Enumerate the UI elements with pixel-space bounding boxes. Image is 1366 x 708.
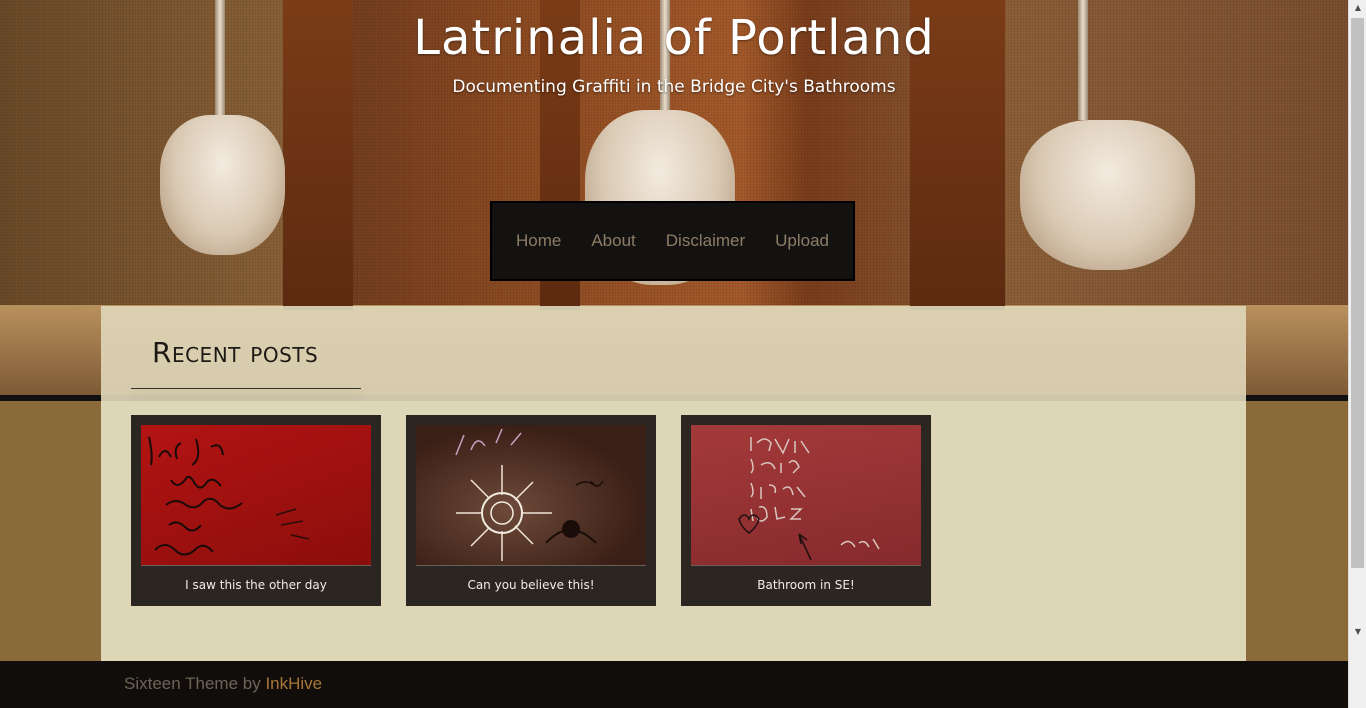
graffiti-image [148,436,310,556]
scrollbar-thumb[interactable] [1351,18,1364,568]
scroll-up-arrow-icon[interactable]: ▲ [1349,0,1366,16]
graffiti-image [455,428,604,561]
vertical-scrollbar[interactable]: ▲ ▼ [1348,0,1366,708]
footer-credit: Sixteen Theme by InkHive [124,674,322,694]
main-nav: Home About Disclaimer Upload [490,201,855,281]
nav-item-home[interactable]: Home [501,231,576,251]
footer-link-inkhive[interactable]: InkHive [265,674,322,693]
recent-posts-heading: Recent posts [152,336,319,369]
post-caption[interactable]: Can you believe this! [406,578,656,592]
post-card[interactable]: Bathroom in SE! [681,415,931,606]
post-card[interactable]: Can you believe this! [406,415,656,606]
site-description: Documenting Graffiti in the Bridge City'… [452,77,896,97]
post-thumbnail[interactable] [141,425,371,566]
toilet-image [1020,120,1195,270]
post-thumbnail[interactable] [691,425,921,566]
nav-item-upload[interactable]: Upload [760,231,844,251]
post-caption[interactable]: Bathroom in SE! [681,578,931,592]
toilet-image [160,115,285,255]
heading-divider [131,388,361,389]
site-title[interactable]: Latrinalia of Portland [0,10,1348,66]
nav-item-disclaimer[interactable]: Disclaimer [651,231,760,251]
post-caption[interactable]: I saw this the other day [131,578,381,592]
nav-item-about[interactable]: About [576,231,650,251]
post-card[interactable]: I saw this the other day [131,415,381,606]
graffiti-image [738,437,880,561]
footer-credit-prefix: Sixteen Theme by [124,674,266,693]
scroll-down-arrow-icon[interactable]: ▼ [1349,624,1366,640]
post-thumbnail[interactable] [416,425,646,566]
